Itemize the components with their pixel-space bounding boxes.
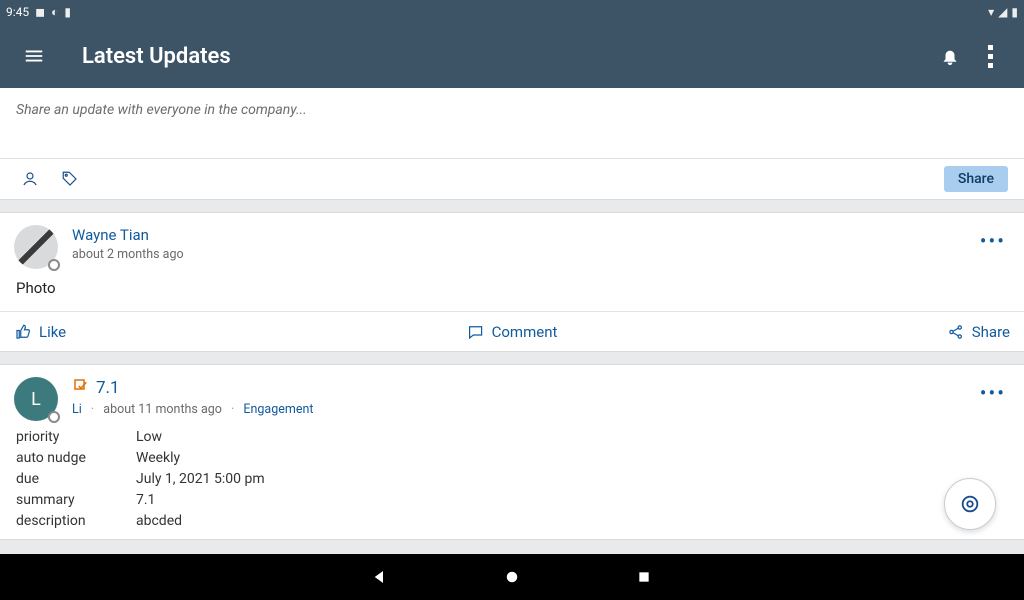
signal-icon: ◢ [998, 5, 1007, 19]
post-title-link[interactable]: 7.1 [96, 378, 120, 398]
app-bar: Latest Updates [0, 24, 1024, 88]
presence-indicator [48, 259, 60, 271]
nav-home-button[interactable] [501, 566, 523, 588]
feed-post: Wayne Tian about 2 months ago ••• Photo … [0, 212, 1024, 352]
avatar-initial: L [31, 389, 41, 410]
nav-recent-button[interactable] [633, 566, 655, 588]
post-author-link[interactable]: Li [72, 402, 82, 417]
like-button[interactable]: Like [14, 323, 66, 341]
page-title: Latest Updates [82, 44, 231, 69]
share-button[interactable]: Share [947, 323, 1010, 341]
feed-content: Share an update with everyone in the com… [0, 88, 1024, 540]
status-time: 9:45 [6, 5, 29, 19]
hamburger-menu-button[interactable] [14, 36, 54, 76]
post-body: Photo [0, 275, 1024, 311]
detail-key: auto nudge [16, 450, 136, 466]
like-label: Like [39, 323, 66, 341]
status-app-icon: ◐ [51, 5, 58, 19]
detail-key: description [16, 513, 136, 529]
task-icon [72, 377, 90, 399]
feed-post: L 7.1 Li · about 11 months ago · Engagem… [0, 364, 1024, 540]
help-fab-button[interactable] [944, 478, 996, 530]
post-more-button[interactable]: ••• [976, 377, 1010, 409]
composer-share-button[interactable]: Share [944, 166, 1008, 192]
comment-label: Comment [492, 323, 558, 341]
notifications-button[interactable] [930, 36, 970, 76]
post-time: about 11 months ago [103, 402, 222, 417]
post-author-link[interactable]: Wayne Tian [72, 226, 149, 244]
post-more-button[interactable]: ••• [976, 225, 1010, 257]
post-details: priority Low auto nudge Weekly due July … [0, 427, 1024, 539]
overflow-menu-button[interactable] [970, 36, 1010, 76]
separator: · [91, 402, 94, 417]
separator: · [231, 402, 234, 417]
detail-key: summary [16, 492, 136, 508]
presence-indicator [48, 411, 60, 423]
detail-key: due [16, 471, 136, 487]
detail-key: priority [16, 429, 136, 445]
status-app-icon: ◼ [35, 5, 45, 19]
post-category-link[interactable]: Engagement [243, 402, 313, 417]
detail-value: Weekly [136, 450, 1008, 466]
comment-button[interactable]: Comment [467, 323, 558, 341]
share-label: Share [972, 323, 1010, 341]
status-app-icon: ▮ [64, 5, 71, 19]
post-time: about 2 months ago [72, 247, 976, 262]
detail-value: Low [136, 429, 1008, 445]
mention-person-icon[interactable] [16, 165, 44, 193]
avatar[interactable] [14, 225, 58, 269]
avatar[interactable]: L [14, 377, 58, 421]
post-actions: Like Comment Share [0, 311, 1024, 351]
detail-value: July 1, 2021 5:00 pm [136, 471, 1008, 487]
wifi-icon: ▾ [988, 5, 994, 19]
android-nav-bar [0, 554, 1024, 600]
battery-icon: ▮ [1011, 5, 1018, 19]
composer-input[interactable]: Share an update with everyone in the com… [0, 88, 1024, 158]
nav-back-button[interactable] [369, 566, 391, 588]
detail-value: 7.1 [136, 492, 1008, 508]
tag-icon[interactable] [56, 165, 84, 193]
android-status-bar: 9:45 ◼ ◐ ▮ ▾ ◢ ▮ [0, 0, 1024, 24]
update-composer: Share an update with everyone in the com… [0, 88, 1024, 200]
detail-value: abcded [136, 513, 1008, 529]
